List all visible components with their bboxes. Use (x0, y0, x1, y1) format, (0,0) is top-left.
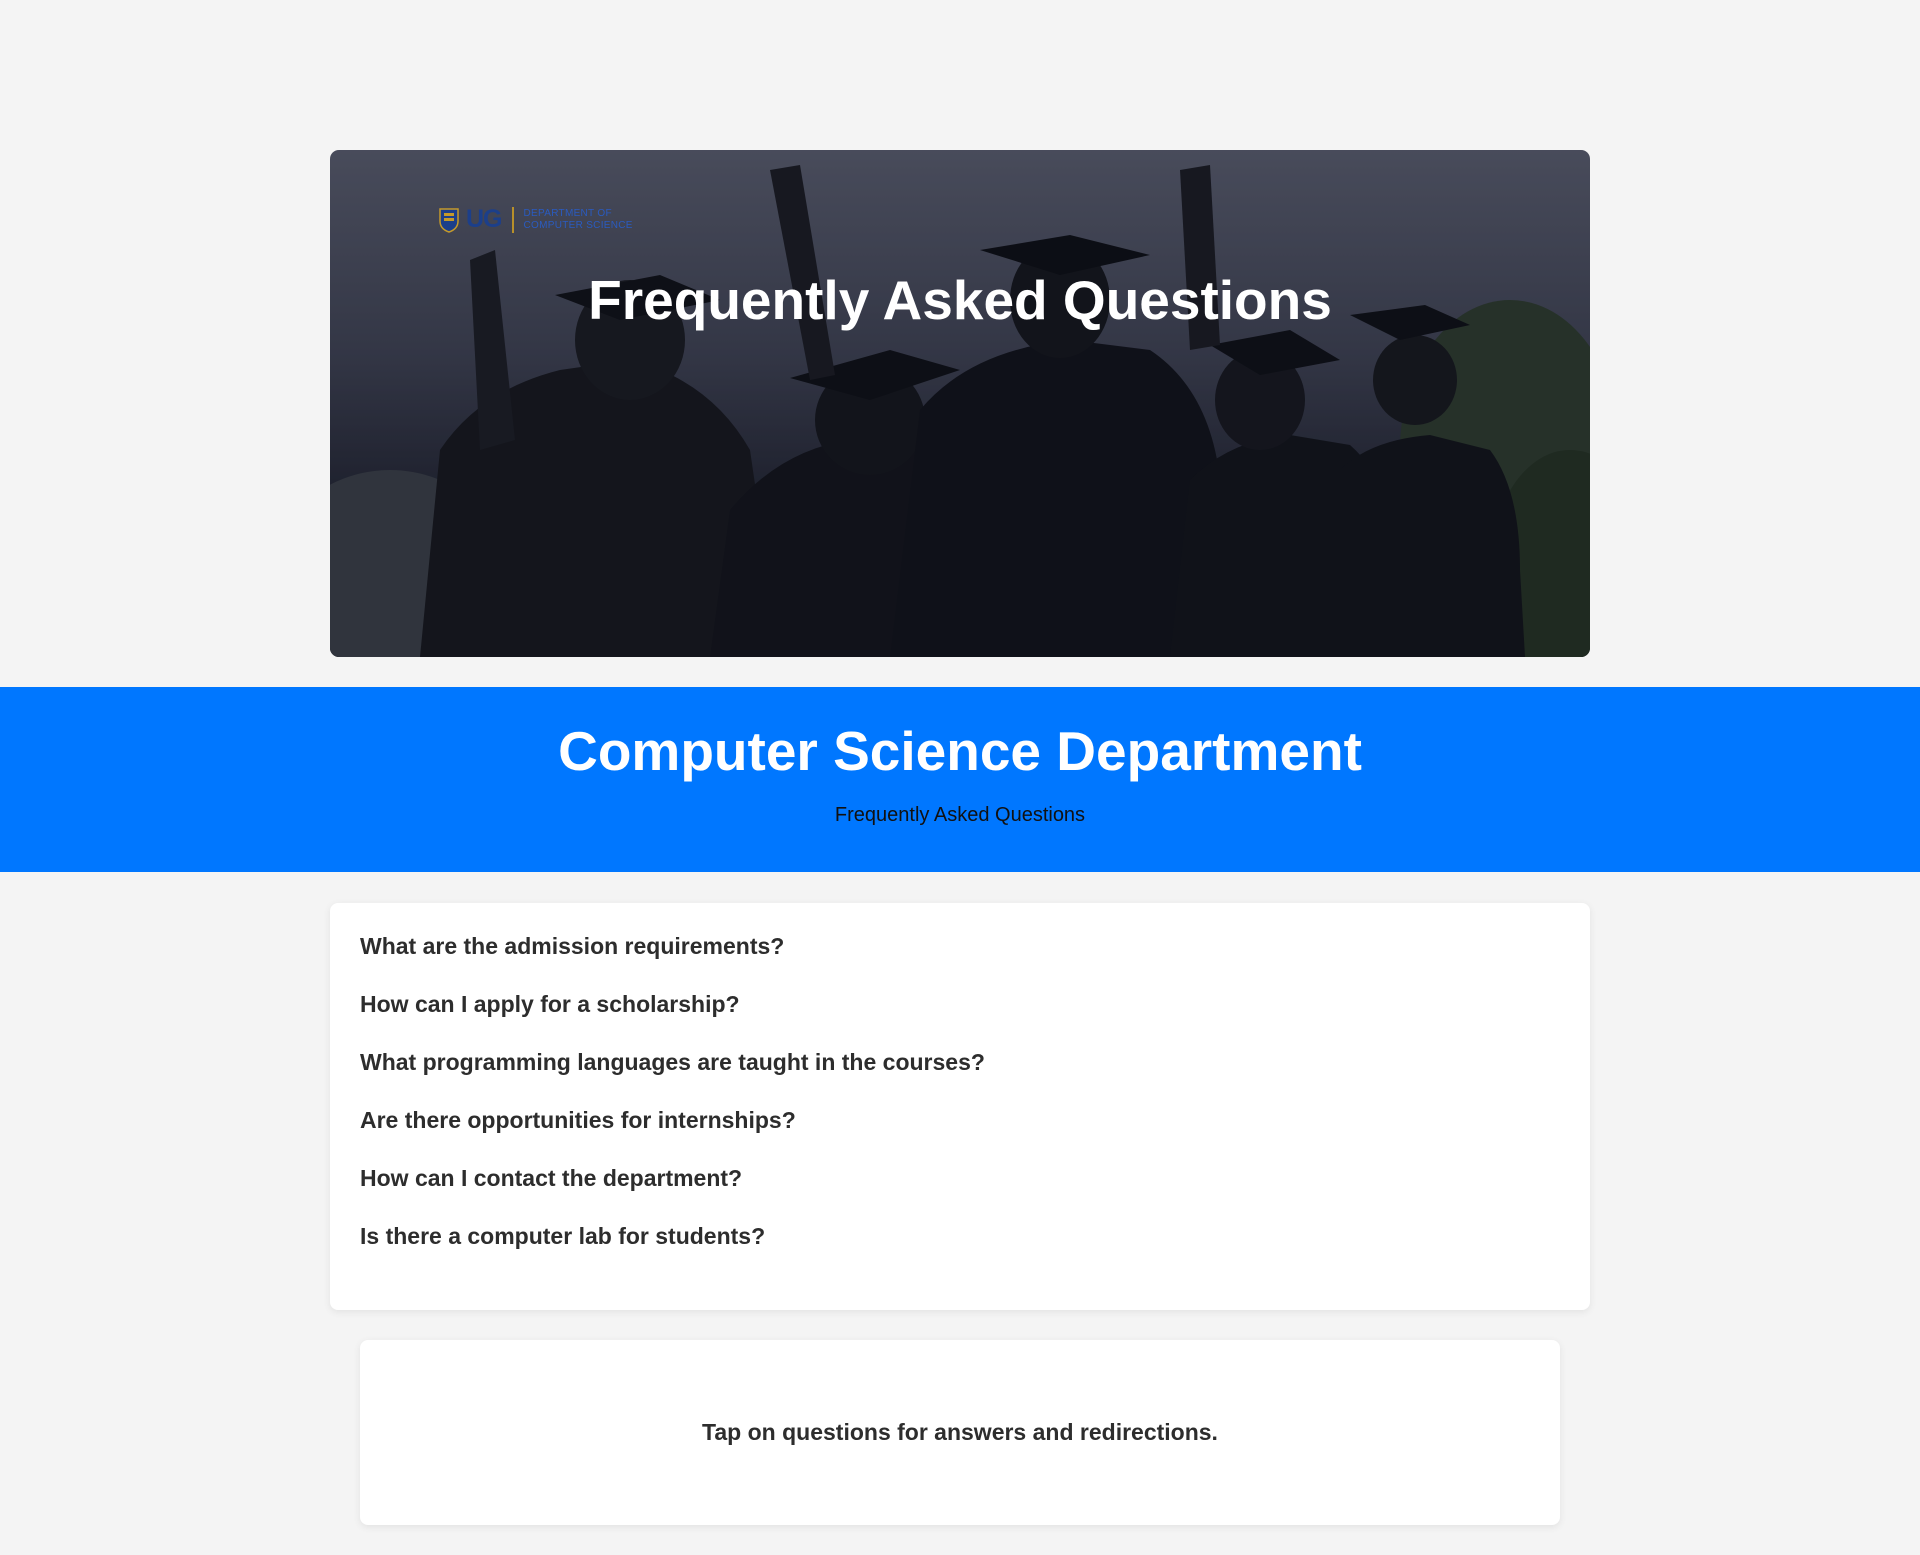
crest-icon (439, 207, 459, 233)
logo-dept-line1: Department of (523, 207, 612, 219)
logo-divider (511, 206, 514, 233)
faq-card: What are the admission requirements? How… (330, 903, 1590, 1310)
faq-question-contact[interactable]: How can I contact the department? (360, 1164, 1590, 1222)
faq-question-computer-lab[interactable]: Is there a computer lab for students? (360, 1222, 1590, 1280)
tip-card: Tap on questions for answers and redirec… (360, 1340, 1560, 1525)
logo-dept-line2: Computer Science (523, 219, 633, 231)
hero-title: Frequently Asked Questions (588, 269, 1332, 331)
hero-banner: UG Department of Computer Science Freque… (330, 150, 1590, 657)
department-band: Computer Science Department Frequently A… (0, 687, 1920, 872)
faq-question-languages[interactable]: What programming languages are taught in… (360, 1048, 1590, 1106)
faq-list: What are the admission requirements? How… (330, 903, 1590, 1280)
tip-text: Tap on questions for answers and redirec… (702, 1419, 1218, 1445)
logo-ug-text: UG (466, 205, 502, 233)
faq-question-admission[interactable]: What are the admission requirements? (360, 932, 1590, 990)
department-title: Computer Science Department (558, 720, 1362, 782)
faq-question-internships[interactable]: Are there opportunities for internships? (360, 1106, 1590, 1164)
ug-logo[interactable]: UG Department of Computer Science (438, 205, 633, 234)
logo-department-text: Department of Computer Science (524, 208, 633, 232)
faq-question-scholarship[interactable]: How can I apply for a scholarship? (360, 990, 1590, 1048)
department-subtitle: Frequently Asked Questions (834, 804, 1086, 826)
